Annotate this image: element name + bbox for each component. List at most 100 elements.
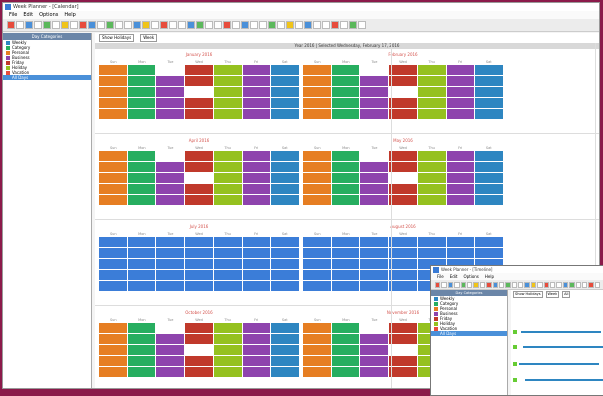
day-cell[interactable] bbox=[213, 162, 242, 172]
toolbar-button-icon[interactable] bbox=[142, 21, 150, 29]
category-item[interactable]: All Days bbox=[3, 75, 91, 80]
toolbar-button-icon[interactable] bbox=[511, 281, 518, 288]
toolbar-button-icon[interactable] bbox=[530, 281, 537, 288]
day-cell[interactable] bbox=[213, 345, 242, 355]
toolbar-button-icon[interactable] bbox=[232, 21, 240, 29]
toolbar-button-icon[interactable] bbox=[70, 21, 78, 29]
day-cell[interactable] bbox=[331, 162, 360, 172]
toolbar-button-icon[interactable] bbox=[358, 21, 366, 29]
day-cell[interactable] bbox=[156, 173, 185, 183]
day-cell[interactable] bbox=[213, 248, 242, 258]
day-cell[interactable] bbox=[475, 237, 503, 247]
toolbar-button-icon[interactable] bbox=[106, 21, 114, 29]
day-cell[interactable] bbox=[446, 184, 475, 194]
day-cell[interactable] bbox=[271, 345, 299, 355]
day-cell[interactable] bbox=[360, 281, 389, 291]
day-cell[interactable] bbox=[127, 173, 156, 183]
toolbar-button-icon[interactable] bbox=[241, 21, 249, 29]
day-cell[interactable] bbox=[127, 356, 156, 366]
timeline-bar[interactable] bbox=[519, 363, 599, 365]
day-cell[interactable] bbox=[156, 184, 185, 194]
day-cell[interactable] bbox=[360, 323, 389, 333]
day-cell[interactable] bbox=[213, 237, 242, 247]
day-cell[interactable] bbox=[271, 87, 299, 97]
toolbar-button-icon[interactable] bbox=[169, 21, 177, 29]
day-cell[interactable] bbox=[360, 109, 389, 119]
menu-edit[interactable]: Edit bbox=[23, 11, 33, 19]
day-cell[interactable] bbox=[156, 65, 185, 75]
toolbar-button-icon[interactable] bbox=[505, 281, 511, 288]
day-cell[interactable] bbox=[213, 323, 242, 333]
day-cell[interactable] bbox=[156, 195, 185, 205]
day-cell[interactable] bbox=[303, 334, 331, 344]
day-cell[interactable] bbox=[446, 98, 475, 108]
toolbar-button-icon[interactable] bbox=[594, 281, 601, 288]
day-cell[interactable] bbox=[213, 76, 242, 86]
day-cell[interactable] bbox=[127, 162, 156, 172]
timeline-bar[interactable] bbox=[523, 346, 603, 348]
day-cell[interactable] bbox=[417, 109, 446, 119]
day-cell[interactable] bbox=[242, 323, 271, 333]
day-cell[interactable] bbox=[242, 173, 271, 183]
day-cell[interactable] bbox=[360, 151, 389, 161]
day-cell[interactable] bbox=[242, 281, 271, 291]
day-cell[interactable] bbox=[242, 151, 271, 161]
day-cell[interactable] bbox=[389, 237, 417, 247]
day-cell[interactable] bbox=[446, 109, 475, 119]
toolbar-button-icon[interactable] bbox=[435, 281, 441, 288]
day-cell[interactable] bbox=[127, 65, 156, 75]
day-cell[interactable] bbox=[242, 184, 271, 194]
menu-help[interactable]: Help bbox=[485, 273, 494, 280]
timeline-bar[interactable] bbox=[525, 379, 603, 381]
day-cell[interactable] bbox=[271, 281, 299, 291]
day-cell[interactable] bbox=[185, 248, 213, 258]
category-item[interactable]: All Days bbox=[431, 331, 507, 336]
toolbar-button-icon[interactable] bbox=[115, 21, 123, 29]
toolbar-button-icon[interactable] bbox=[178, 21, 186, 29]
day-cell[interactable] bbox=[303, 162, 331, 172]
toolbar-button-icon[interactable] bbox=[187, 21, 195, 29]
menu-edit[interactable]: Edit bbox=[450, 273, 458, 280]
day-cell[interactable] bbox=[417, 98, 446, 108]
timeline-all[interactable]: All bbox=[562, 291, 571, 298]
day-cell[interactable] bbox=[417, 195, 446, 205]
day-cell[interactable] bbox=[360, 87, 389, 97]
day-cell[interactable] bbox=[127, 184, 156, 194]
day-cell[interactable] bbox=[127, 195, 156, 205]
day-cell[interactable] bbox=[213, 109, 242, 119]
day-cell[interactable] bbox=[417, 65, 446, 75]
toolbar-button-icon[interactable] bbox=[322, 21, 330, 29]
day-cell[interactable] bbox=[271, 173, 299, 183]
day-cell[interactable] bbox=[417, 248, 446, 258]
toolbar-button-icon[interactable] bbox=[537, 281, 543, 288]
day-cell[interactable] bbox=[213, 195, 242, 205]
day-cell[interactable] bbox=[242, 259, 271, 269]
day-cell[interactable] bbox=[242, 367, 271, 377]
day-cell[interactable] bbox=[331, 323, 360, 333]
day-cell[interactable] bbox=[389, 151, 417, 161]
day-cell[interactable] bbox=[331, 173, 360, 183]
toolbar-button-icon[interactable] bbox=[43, 21, 51, 29]
day-cell[interactable] bbox=[303, 195, 331, 205]
day-cell[interactable] bbox=[303, 173, 331, 183]
day-cell[interactable] bbox=[156, 367, 185, 377]
toolbar-button-icon[interactable] bbox=[518, 281, 524, 288]
day-cell[interactable] bbox=[360, 345, 389, 355]
day-cell[interactable] bbox=[99, 76, 127, 86]
day-cell[interactable] bbox=[360, 334, 389, 344]
toolbar-button-icon[interactable] bbox=[124, 21, 132, 29]
day-cell[interactable] bbox=[156, 270, 185, 280]
timeline-week[interactable]: Week bbox=[545, 291, 560, 298]
toolbar-button-icon[interactable] bbox=[473, 281, 479, 288]
day-cell[interactable] bbox=[127, 345, 156, 355]
day-cell[interactable] bbox=[99, 151, 127, 161]
menu-options[interactable]: Options bbox=[463, 273, 478, 280]
toolbar-button-icon[interactable] bbox=[196, 21, 204, 29]
day-cell[interactable] bbox=[331, 281, 360, 291]
day-cell[interactable] bbox=[242, 248, 271, 258]
day-cell[interactable] bbox=[389, 270, 417, 280]
day-cell[interactable] bbox=[389, 162, 417, 172]
menu-file[interactable]: File bbox=[9, 11, 17, 19]
day-cell[interactable] bbox=[213, 270, 242, 280]
day-cell[interactable] bbox=[99, 109, 127, 119]
